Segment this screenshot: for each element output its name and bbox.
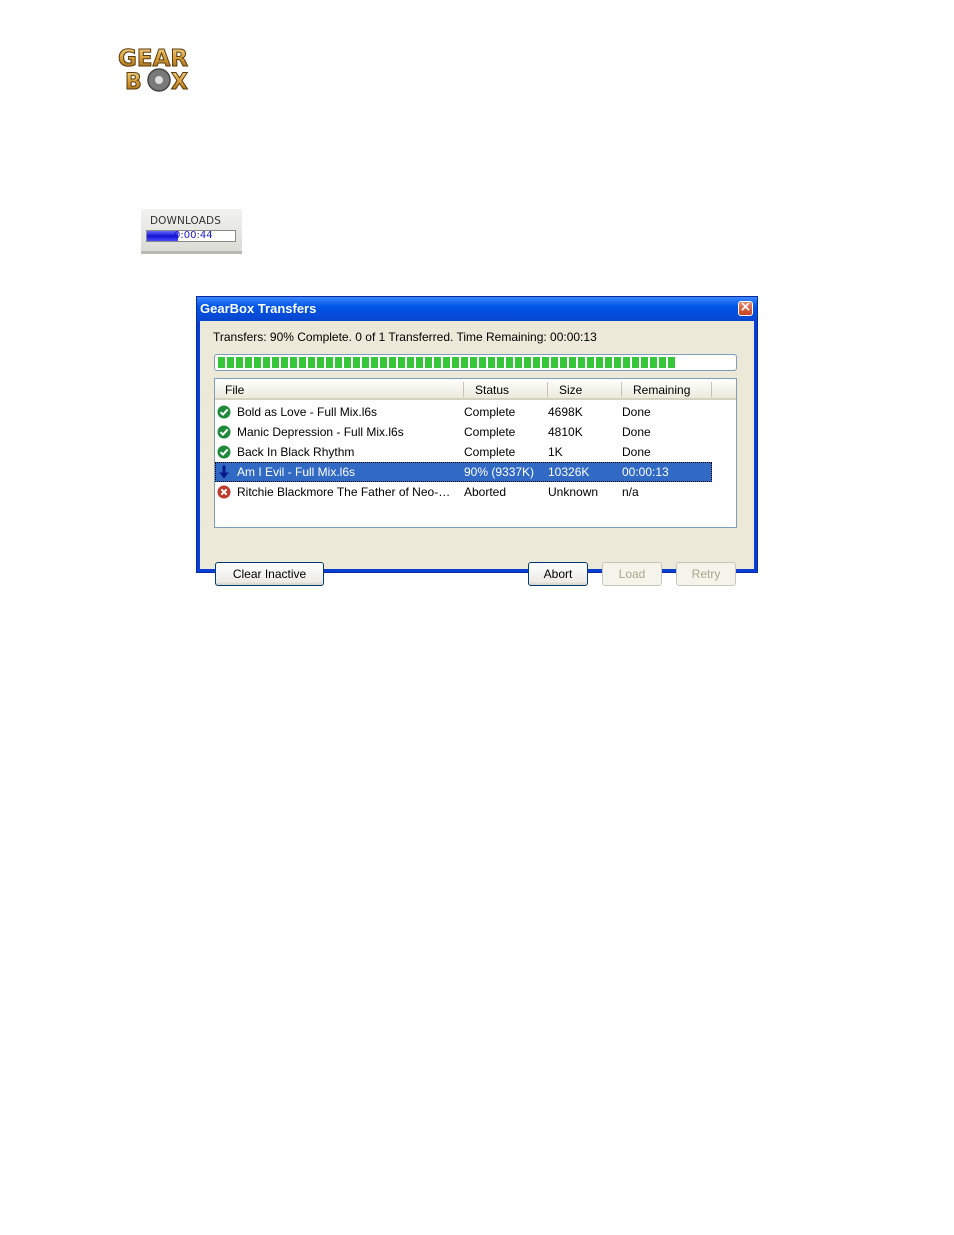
check-icon (217, 445, 231, 459)
abort-button[interactable]: Abort (528, 562, 588, 586)
row-size: 1K (548, 445, 563, 459)
check-icon (217, 425, 231, 439)
row-size: 4698K (548, 405, 583, 419)
row-status: Complete (464, 445, 516, 459)
column-divider[interactable] (621, 382, 622, 397)
downloads-progress-bar: 0:00:44 (146, 230, 236, 242)
row-remaining: n/a (622, 485, 639, 499)
dialog-title: GearBox Transfers (200, 301, 317, 316)
error-x-icon (217, 485, 231, 499)
dialog-body: Transfers: 90% Complete. 0 of 1 Transfer… (200, 321, 754, 586)
column-header-size[interactable]: Size (559, 383, 582, 397)
row-file: Am I Evil - Full Mix.l6s (237, 465, 356, 479)
list-header: File Status Size Remaining (215, 379, 736, 400)
close-icon: × (739, 299, 752, 315)
row-size: Unknown (548, 485, 599, 499)
table-row[interactable]: Back In Black Rhythm Complete 1K Done (215, 442, 712, 462)
row-file: Manic Depression - Full Mix.l6s (237, 425, 404, 439)
row-file: Bold as Love - Full Mix.l6s (237, 405, 378, 419)
row-size: 4810K (548, 425, 583, 439)
title-bar[interactable]: GearBox Transfers × (197, 297, 757, 321)
column-header-remaining[interactable]: Remaining (633, 383, 690, 397)
table-row-selected[interactable]: Am I Evil - Full Mix.l6s 90% (9337K) 103… (215, 462, 712, 482)
row-remaining: 00:00:13 (622, 465, 669, 479)
gearbox-logo: GEAR B X (118, 46, 189, 96)
table-row[interactable]: Ritchie Blackmore The Father of Neo-… Ab… (215, 482, 712, 502)
table-row[interactable]: Manic Depression - Full Mix.l6s Complete… (215, 422, 712, 442)
load-button[interactable]: Load (602, 562, 662, 586)
row-status: Complete (464, 425, 516, 439)
svg-text:X: X (171, 70, 188, 95)
download-arrow-icon (219, 465, 229, 479)
svg-text:B: B (125, 70, 142, 95)
close-button[interactable]: × (738, 299, 753, 316)
row-size: 10326K (548, 465, 590, 479)
column-divider[interactable] (463, 382, 464, 397)
downloads-label: DOWNLOADS (150, 215, 221, 227)
column-header-file[interactable]: File (225, 383, 244, 397)
row-status: Aborted (464, 485, 507, 499)
column-divider[interactable] (711, 382, 712, 397)
row-remaining: Done (622, 445, 651, 459)
row-file: Ritchie Blackmore The Father of Neo-… (237, 485, 451, 499)
overall-progress-bar (214, 354, 737, 371)
check-icon (217, 405, 231, 419)
downloads-widget[interactable]: DOWNLOADS 0:00:44 (141, 209, 242, 254)
transfers-list[interactable]: File Status Size Remaining Bold as Love … (214, 378, 737, 528)
row-remaining: Done (622, 425, 651, 439)
transfer-status-text: Transfers: 90% Complete. 0 of 1 Transfer… (213, 330, 597, 344)
overall-progress-fill (218, 357, 677, 368)
row-status: 90% (9337K) (464, 465, 535, 479)
transfers-dialog: GearBox Transfers × Transfers: 90% Compl… (196, 296, 758, 586)
svg-text:GEAR: GEAR (118, 46, 188, 72)
column-header-status[interactable]: Status (475, 383, 509, 397)
row-file: Back In Black Rhythm (237, 445, 355, 459)
retry-button[interactable]: Retry (676, 562, 736, 586)
row-status: Complete (464, 405, 516, 419)
row-remaining: Done (622, 405, 651, 419)
column-divider[interactable] (547, 382, 548, 397)
clear-inactive-button[interactable]: Clear Inactive (215, 562, 324, 586)
table-row[interactable]: Bold as Love - Full Mix.l6s Complete 469… (215, 402, 712, 422)
downloads-time-remaining: 0:00:44 (174, 230, 213, 241)
